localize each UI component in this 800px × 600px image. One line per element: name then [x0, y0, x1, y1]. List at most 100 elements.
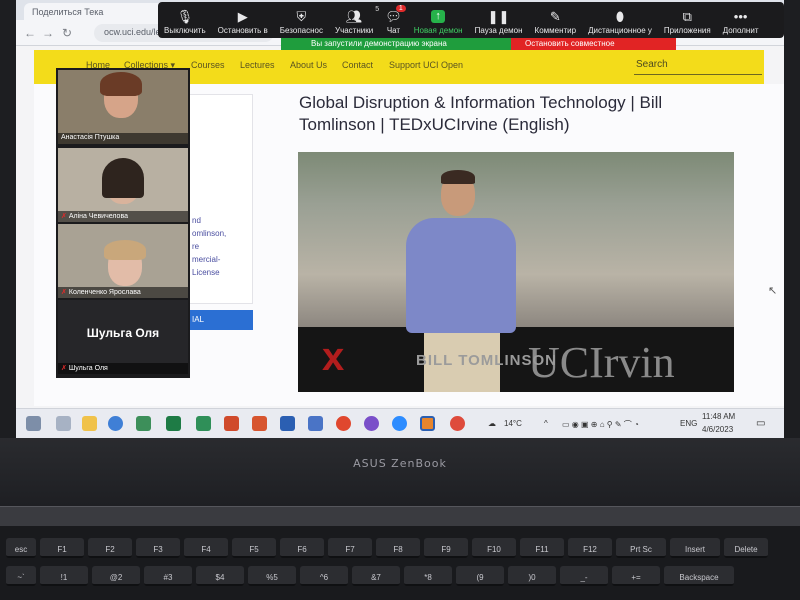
keyboard-key[interactable]: (9	[456, 566, 504, 586]
muted-mic-icon: ✗	[61, 365, 67, 372]
keyboard-key[interactable]: _-	[560, 566, 608, 586]
apps-label: Приложения	[663, 26, 711, 35]
zoom-icon[interactable]	[392, 416, 407, 431]
participant-tile[interactable]: Анастасія Птушка	[58, 70, 188, 144]
task-view-icon[interactable]	[56, 416, 71, 431]
laptop-hinge	[0, 506, 800, 526]
file-explorer-icon[interactable]	[82, 416, 97, 431]
chrome-active-icon[interactable]	[420, 416, 435, 431]
keyboard-key[interactable]: Insert	[670, 538, 720, 558]
participant-tile[interactable]: Шульга Оля ✗ Шульга Оля	[58, 300, 188, 374]
participant-tile[interactable]: ✗ Коленченко Ярослава	[58, 224, 188, 298]
video-player[interactable]: x UCIrvin BILL TOMLINSON	[298, 152, 734, 392]
video-backdrop	[298, 152, 734, 327]
participants-label: Участники	[334, 26, 374, 35]
keyboard-key[interactable]: F9	[424, 538, 468, 558]
remote-control-button[interactable]: ⬮ Дистанционное у	[582, 2, 658, 38]
keyboard-key[interactable]: &7	[352, 566, 400, 586]
keyboard-key[interactable]: F5	[232, 538, 276, 558]
chat-button[interactable]: 💬︎ 1 Чат	[379, 2, 408, 38]
zoom-toolbar: 🎙︎ Выключить ▶ Остановить в ⛨ Безопаснос…	[158, 2, 784, 38]
participant-hair	[100, 72, 142, 96]
security-label: Безопаснос	[279, 26, 323, 35]
keyboard-key[interactable]: F10	[472, 538, 516, 558]
keyboard-key[interactable]: F12	[568, 538, 612, 558]
clock-date[interactable]: 4/6/2023	[702, 425, 733, 434]
keyboard-key[interactable]: F8	[376, 538, 420, 558]
apps-button[interactable]: ⧉ Приложения	[658, 2, 717, 38]
word-file-icon[interactable]	[308, 416, 323, 431]
clock-time[interactable]: 11:48 AM	[702, 412, 735, 421]
weather-temp: 14°C	[504, 419, 522, 428]
keyboard-key[interactable]: Backspace	[664, 566, 734, 586]
annotate-icon: ✎	[549, 9, 561, 24]
chrome-icon[interactable]	[336, 416, 351, 431]
excel-icon[interactable]	[166, 416, 181, 431]
stop-video-button[interactable]: ▶ Остановить в	[212, 2, 274, 38]
tray-chevron-icon[interactable]: ^	[544, 419, 548, 428]
keyboard-key[interactable]: ~`	[6, 566, 36, 586]
notifications-icon[interactable]: ▭	[756, 418, 765, 429]
keyboard-key[interactable]: Delete	[724, 538, 768, 558]
viber-icon[interactable]	[364, 416, 379, 431]
store-icon[interactable]	[136, 416, 151, 431]
keyboard: esc F1 F2 F3 F4 F5 F6 F7 F8 F9 F10 F11 F12 Prt Sc Inse…	[0, 526, 800, 600]
powerpoint-file-icon[interactable]	[252, 416, 267, 431]
laptop-screen: Поделиться Тека ← → ↻ ocw.uci.edu/lectur…	[16, 0, 784, 438]
keyboard-key[interactable]: F3	[136, 538, 180, 558]
remote-control-label: Дистанционное у	[588, 26, 652, 35]
keyboard-key[interactable]: F2	[88, 538, 132, 558]
side-button[interactable]: IAL	[188, 310, 253, 330]
excel-file-icon[interactable]	[196, 416, 211, 431]
keyboard-key[interactable]: )0	[508, 566, 556, 586]
nav-support[interactable]: Support UCI Open	[389, 60, 463, 70]
chrome-profile-icon[interactable]	[450, 416, 465, 431]
keyboard-key[interactable]: !1	[40, 566, 88, 586]
word-icon[interactable]	[280, 416, 295, 431]
keyboard-key[interactable]: F7	[328, 538, 372, 558]
pause-share-label: Пауза демон	[474, 26, 523, 35]
taskbar: ☁ 14°C ^ ▭ ◉ ▣ ⊕ ⌂ ⚲ ✎ ⌒ ◔ ENG 11:48 AM …	[16, 408, 784, 438]
keyboard-key[interactable]: Prt Sc	[616, 538, 666, 558]
keyboard-key[interactable]: $4	[196, 566, 244, 586]
keyboard-key[interactable]: esc	[6, 538, 36, 558]
more-button[interactable]: ••• Дополнит	[717, 2, 765, 38]
search-input[interactable]: Search	[634, 59, 762, 75]
more-label: Дополнит	[722, 26, 759, 35]
nav-contact[interactable]: Contact	[342, 60, 373, 70]
mute-button[interactable]: 🎙︎ Выключить	[158, 2, 212, 38]
back-arrow-icon[interactable]: ←	[24, 26, 36, 40]
mouse-cursor-icon: ↖	[768, 285, 778, 297]
powerpoint-icon[interactable]	[224, 416, 239, 431]
language-indicator[interactable]: ENG	[680, 419, 697, 428]
keyboard-key[interactable]: @2	[92, 566, 140, 586]
security-button[interactable]: ⛨ Безопаснос	[274, 2, 329, 38]
new-share-button[interactable]: ↑ Новая демон	[408, 2, 469, 38]
keyboard-key[interactable]: F4	[184, 538, 228, 558]
annotate-button[interactable]: ✎ Комментир	[529, 2, 583, 38]
shield-icon: ⛨	[296, 9, 307, 24]
participant-tile[interactable]: ✗ Аліна Чевичелова	[58, 148, 188, 222]
reload-icon[interactable]: ↻	[62, 26, 72, 40]
pause-share-button[interactable]: ❚❚ Пауза демон	[469, 2, 529, 38]
participant-name: ✗ Шульга Оля	[58, 363, 188, 374]
keyboard-key[interactable]: F1	[40, 538, 84, 558]
browser-tab[interactable]: Поделиться Тека	[24, 3, 164, 20]
stop-video-label: Остановить в	[217, 26, 268, 35]
keyboard-key[interactable]: %5	[248, 566, 296, 586]
keyboard-key[interactable]: +=	[612, 566, 660, 586]
keyboard-key[interactable]: F11	[520, 538, 564, 558]
edge-icon[interactable]	[108, 416, 123, 431]
nav-courses[interactable]: Courses	[191, 60, 225, 70]
nav-about-us[interactable]: About Us	[290, 60, 327, 70]
keyboard-key[interactable]: #3	[144, 566, 192, 586]
keyboard-key[interactable]: *8	[404, 566, 452, 586]
muted-mic-icon: ✗	[61, 213, 67, 220]
forward-arrow-icon[interactable]: →	[42, 26, 54, 40]
keyboard-key[interactable]: ^6	[300, 566, 348, 586]
search-icon[interactable]	[26, 416, 41, 431]
participants-button[interactable]: 👥︎ 5 Участники	[329, 2, 379, 38]
participant-display-name: Шульга Оля	[86, 326, 160, 340]
keyboard-key[interactable]: F6	[280, 538, 324, 558]
nav-lectures[interactable]: Lectures	[240, 60, 275, 70]
